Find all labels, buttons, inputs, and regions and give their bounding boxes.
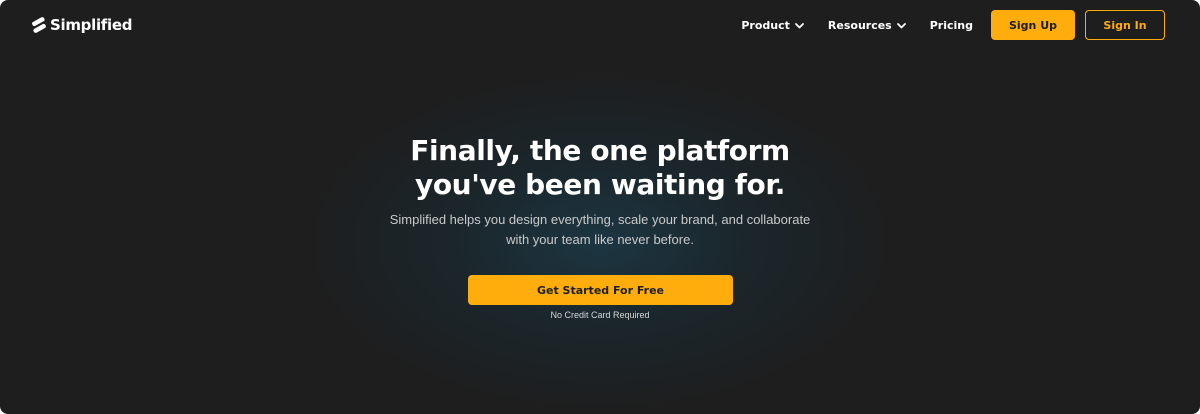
nav-item-product[interactable]: Product: [741, 10, 804, 40]
main-nav: Product Resources Pricing Sign Up Sign I…: [741, 10, 1165, 40]
logo-text: Simplified: [50, 16, 133, 34]
sign-in-button[interactable]: Sign In: [1085, 10, 1165, 40]
nav-item-label: Product: [741, 18, 790, 32]
hero-subtitle: Simplified helps you design everything, …: [370, 210, 830, 250]
hero-section: Finally, the one platform you've been wa…: [0, 134, 1200, 250]
page-frame: Simplified Product Resources Pricing Sig…: [0, 0, 1200, 414]
hero-title-line: Finally, the one platform: [410, 134, 790, 167]
hero-subtitle-line: with your team like never before.: [506, 232, 694, 247]
hero-title-line: you've been waiting for.: [414, 168, 786, 201]
sign-up-button[interactable]: Sign Up: [991, 10, 1075, 40]
no-credit-card-note: No Credit Card Required: [550, 310, 650, 320]
get-started-button[interactable]: Get Started For Free: [468, 275, 733, 305]
hero-subtitle-line: Simplified helps you design everything, …: [389, 212, 811, 227]
chevron-down-icon: [795, 19, 804, 32]
nav-item-label: Resources: [827, 18, 892, 32]
nav-item-resources[interactable]: Resources: [828, 10, 906, 40]
nav-item-pricing[interactable]: Pricing: [930, 10, 973, 40]
nav-item-label: Pricing: [929, 18, 973, 32]
chevron-down-icon: [896, 19, 906, 32]
logo[interactable]: Simplified: [31, 15, 132, 35]
logo-mark-icon: [31, 16, 47, 34]
hero-title: Finally, the one platform you've been wa…: [0, 134, 1200, 202]
